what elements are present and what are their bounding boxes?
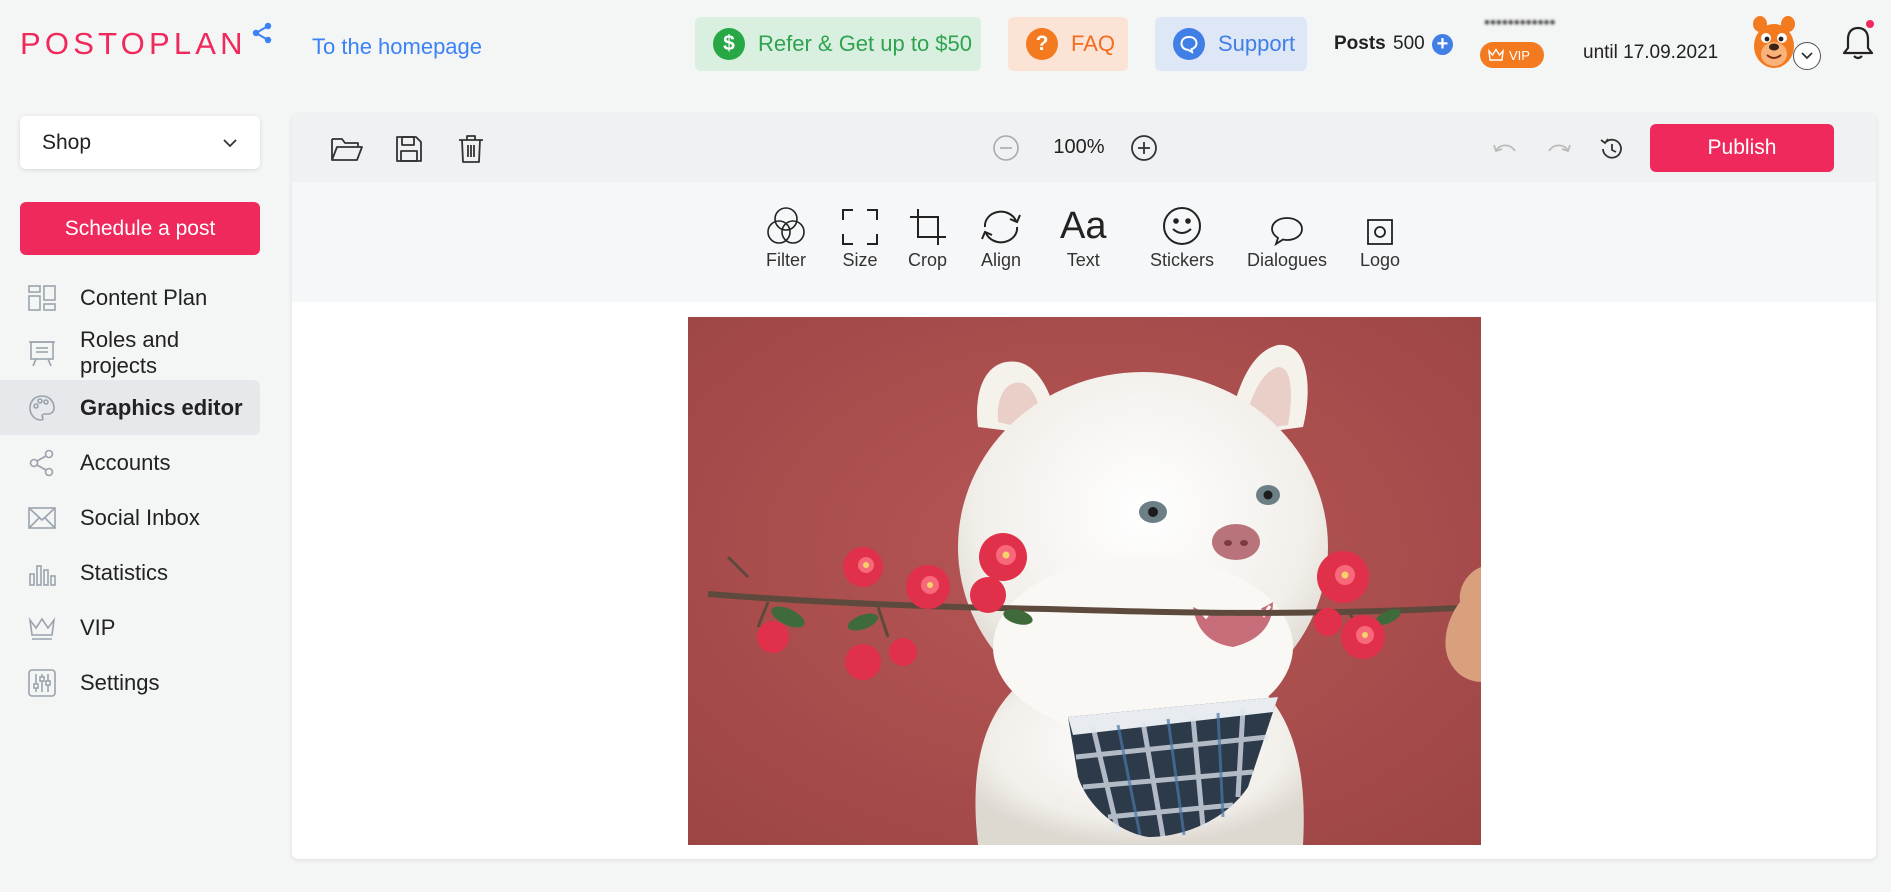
trash-icon[interactable] bbox=[454, 132, 488, 166]
history-icon[interactable] bbox=[1597, 134, 1627, 164]
speech-bubble-icon bbox=[1270, 204, 1304, 246]
chevron-down-icon bbox=[1801, 52, 1813, 60]
content-plan-icon bbox=[28, 284, 56, 312]
bar-chart-icon bbox=[28, 559, 56, 587]
account-menu-toggle[interactable] bbox=[1793, 42, 1821, 70]
tool-label: Logo bbox=[1360, 250, 1401, 270]
tool-align[interactable]: Align bbox=[978, 204, 1024, 271]
tool-stickers[interactable]: Stickers bbox=[1150, 204, 1214, 271]
bell-icon[interactable] bbox=[1841, 24, 1875, 62]
sidebar-item-label: Statistics bbox=[80, 559, 169, 585]
support-button[interactable]: Support bbox=[1155, 17, 1307, 71]
faq-button[interactable]: ? FAQ bbox=[1008, 17, 1128, 71]
crown-icon bbox=[28, 614, 56, 642]
tool-label: Stickers bbox=[1150, 250, 1215, 270]
tool-crop[interactable]: Crop bbox=[908, 204, 947, 271]
share-icon bbox=[252, 22, 271, 44]
homepage-link[interactable]: To the homepage bbox=[312, 34, 482, 60]
text-icon: Aa bbox=[1060, 205, 1107, 247]
sidebar-item-roles[interactable]: Roles and projects bbox=[0, 325, 260, 380]
editor-top-toolbar: 100% Publish bbox=[292, 114, 1876, 182]
refer-label: Refer & Get up to $50 bbox=[758, 31, 973, 56]
zoom-level: 100% bbox=[1053, 136, 1105, 158]
brand-logo[interactable]: POSTOPLAN bbox=[20, 22, 273, 62]
tool-dialogues[interactable]: Dialogues bbox=[1247, 204, 1327, 271]
refer-button[interactable]: $ Refer & Get up to $50 bbox=[695, 17, 981, 71]
schedule-post-button[interactable]: Schedule a post bbox=[20, 202, 260, 255]
dollar-icon: $ bbox=[713, 28, 745, 60]
chevron-down-icon bbox=[223, 138, 237, 147]
undo-icon[interactable] bbox=[1490, 134, 1520, 164]
sidebar-item-accounts[interactable]: Accounts bbox=[0, 435, 260, 490]
tool-label: Size bbox=[842, 250, 878, 270]
avatar[interactable] bbox=[1750, 14, 1798, 70]
posts-label: Posts bbox=[1334, 33, 1386, 54]
question-icon: ? bbox=[1026, 28, 1058, 60]
editor-canvas-image[interactable] bbox=[688, 317, 1481, 845]
redo-icon[interactable] bbox=[1544, 134, 1574, 164]
filter-icon bbox=[766, 204, 806, 246]
logo-icon bbox=[1366, 204, 1394, 246]
sidebar-item-settings[interactable]: Settings bbox=[0, 655, 260, 710]
sidebar-item-social-inbox[interactable]: Social Inbox bbox=[0, 490, 260, 545]
sidebar-item-graphics-editor[interactable]: Graphics editor bbox=[0, 380, 260, 435]
crown-icon bbox=[1488, 48, 1504, 61]
sidebar-item-label: Social Inbox bbox=[80, 504, 200, 530]
tool-logo[interactable]: Logo bbox=[1360, 204, 1400, 271]
tool-label: Crop bbox=[908, 250, 948, 270]
add-posts-icon[interactable]: + bbox=[1432, 34, 1453, 55]
tool-label: Dialogues bbox=[1247, 250, 1328, 270]
sidebar-item-label: Content Plan bbox=[80, 284, 208, 310]
vip-badge: VIP bbox=[1480, 42, 1544, 68]
subscription-until: until 17.09.2021 bbox=[1583, 42, 1719, 63]
envelope-icon bbox=[28, 504, 56, 532]
sliders-icon bbox=[28, 668, 56, 697]
tool-size[interactable]: Size bbox=[841, 204, 879, 271]
save-icon[interactable] bbox=[392, 132, 426, 166]
sidebar-item-vip[interactable]: VIP bbox=[0, 600, 260, 655]
editor-tools-bar: Filter Size Crop Align Aa Text Stickers … bbox=[292, 182, 1876, 302]
sidebar-item-content-plan[interactable]: Content Plan bbox=[0, 270, 260, 325]
smiley-icon bbox=[1162, 204, 1202, 246]
palette-icon bbox=[28, 394, 56, 422]
size-icon bbox=[841, 204, 879, 246]
share-nodes-icon bbox=[28, 449, 56, 477]
project-select[interactable]: Shop bbox=[20, 116, 260, 169]
tool-label: Text bbox=[1066, 250, 1100, 270]
sidebar-item-label: Graphics editor bbox=[80, 394, 243, 420]
top-header: POSTOPLAN To the homepage $ Refer & Get … bbox=[0, 0, 1891, 88]
posts-count: 500 bbox=[1393, 33, 1425, 54]
username: •••••••••••• bbox=[1484, 15, 1556, 31]
tool-label: Align bbox=[980, 250, 1022, 270]
rotate-icon bbox=[978, 204, 1024, 246]
sidebar-item-statistics[interactable]: Statistics bbox=[0, 545, 260, 600]
zoom-in-icon[interactable] bbox=[1130, 134, 1158, 162]
sidebar-item-label: VIP bbox=[80, 614, 116, 640]
zoom-out-icon[interactable] bbox=[992, 134, 1020, 162]
sidebar-item-label: Settings bbox=[80, 669, 160, 695]
tool-filter[interactable]: Filter bbox=[766, 204, 806, 271]
roles-icon bbox=[28, 339, 56, 367]
crop-icon bbox=[909, 204, 947, 246]
folder-open-icon[interactable] bbox=[330, 132, 364, 166]
project-select-value: Shop bbox=[42, 130, 92, 154]
support-label: Support bbox=[1218, 31, 1296, 56]
graphics-editor-panel: 100% Publish Filter Size Crop Align Aa T… bbox=[292, 114, 1876, 859]
sidebar-item-label: Roles and projects bbox=[80, 326, 180, 378]
brand-logo-text: POSTOPLAN bbox=[20, 26, 247, 61]
tool-text[interactable]: Aa Text bbox=[1060, 204, 1106, 271]
sidebar-nav: Content Plan Roles and projects Graphics… bbox=[0, 270, 260, 710]
publish-button[interactable]: Publish bbox=[1650, 124, 1834, 172]
faq-label: FAQ bbox=[1071, 31, 1116, 56]
tool-label: Filter bbox=[766, 250, 806, 270]
chat-bubble-icon bbox=[1173, 28, 1205, 60]
notification-dot bbox=[1866, 20, 1874, 28]
vip-label: VIP bbox=[1509, 47, 1530, 63]
sidebar-item-label: Accounts bbox=[80, 449, 171, 475]
